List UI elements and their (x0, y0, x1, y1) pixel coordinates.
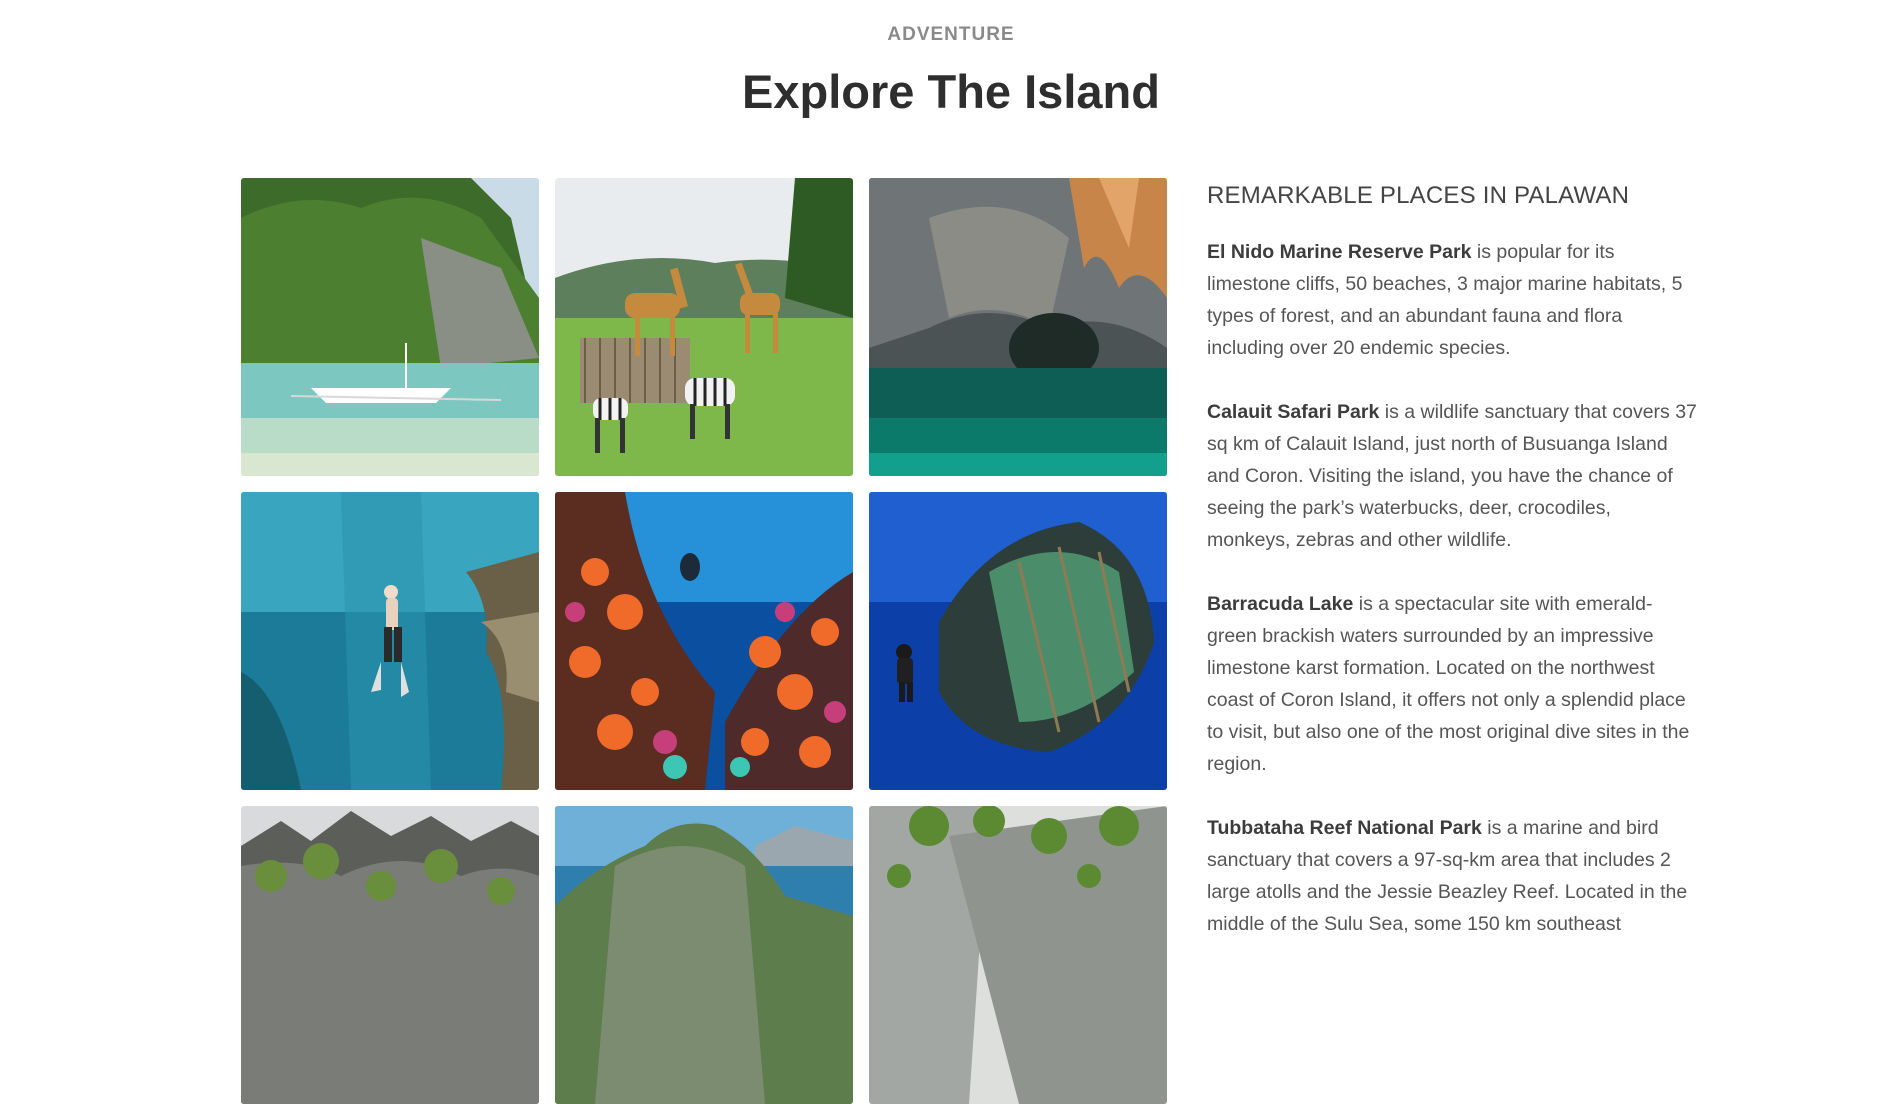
place-description-text: is a spectacular site with emerald-green… (1207, 593, 1690, 775)
place-name: Tubbataha Reef National Park (1207, 817, 1482, 839)
place-description: El Nido Marine Reserve Park is popular f… (1207, 236, 1697, 364)
sidebar-heading: REMARKABLE PLACES IN PALAWAN (1207, 182, 1630, 209)
place-description-text: is a wildlife sanctuary that covers 37 s… (1207, 401, 1697, 551)
place-description: Barracuda Lake is a spectacular site wit… (1207, 588, 1697, 780)
gallery-image-coral-reef[interactable] (555, 492, 853, 790)
section-eyebrow: ADVENTURE (887, 24, 1015, 45)
gallery-image-lagoon-island[interactable] (555, 806, 853, 1104)
gallery-image-cliff-wall[interactable] (869, 806, 1167, 1104)
gallery-image-cliff-boat[interactable] (241, 178, 539, 476)
gallery-image-cave-river[interactable] (869, 178, 1167, 476)
gallery-image-karst-hills[interactable] (241, 806, 539, 1104)
place-name: El Nido Marine Reserve Park (1207, 241, 1472, 263)
section-title: Explore The Island (742, 65, 1160, 118)
places-sidebar: REMARKABLE PLACES IN PALAWAN El Nido Mar… (1207, 182, 1697, 972)
gallery-image-safari-park[interactable] (555, 178, 853, 476)
place-description: Tubbataha Reef National Park is a marine… (1207, 812, 1697, 940)
place-description: Calauit Safari Park is a wildlife sanctu… (1207, 396, 1697, 556)
gallery-image-shipwreck[interactable] (869, 492, 1167, 790)
gallery-image-freediver[interactable] (241, 492, 539, 790)
place-name: Calauit Safari Park (1207, 401, 1380, 423)
photo-gallery (241, 178, 1173, 1104)
place-name: Barracuda Lake (1207, 593, 1354, 615)
